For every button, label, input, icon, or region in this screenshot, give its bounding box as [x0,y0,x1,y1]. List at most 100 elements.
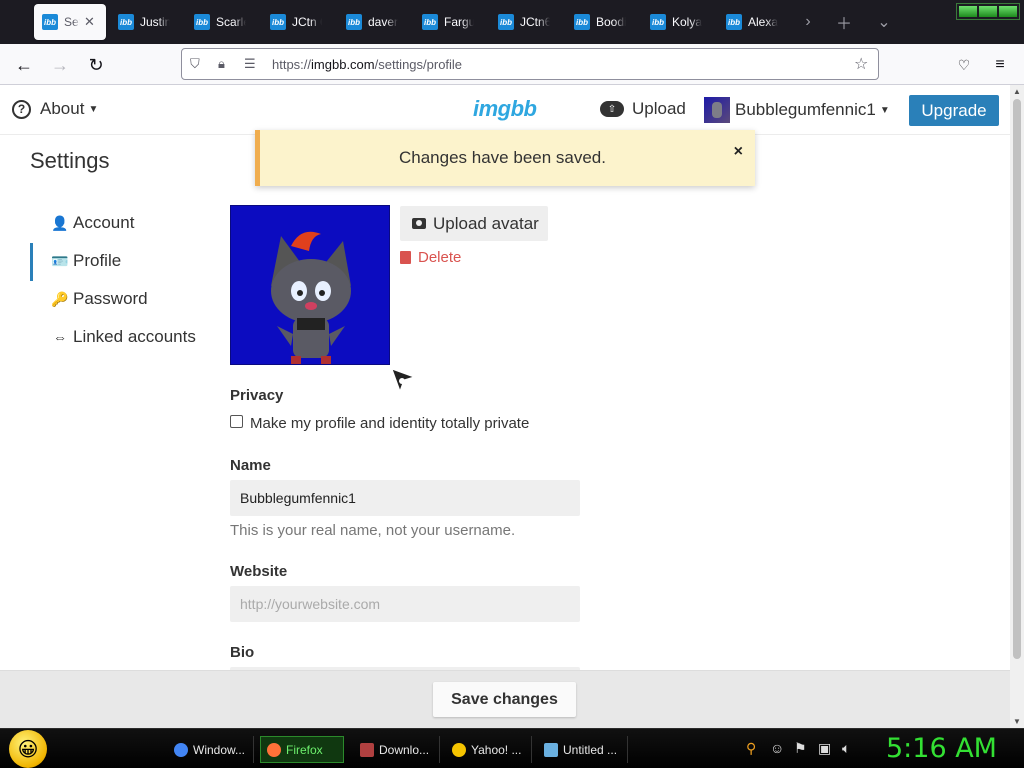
chrome-icon [174,742,188,757]
pocket-icon[interactable]: ♡ [950,51,978,79]
notice-text: Changes have been saved. [399,148,606,167]
imgbb-favicon-icon: ibb [574,14,590,30]
tab-label: Justin [140,15,170,29]
close-notice-icon[interactable]: × [734,143,743,161]
url-text[interactable]: https://imgbb.com/settings/profile [272,57,462,72]
name-hint: This is your real name, not your usernam… [230,522,516,539]
permissions-icon[interactable]: ☰ [244,56,256,72]
imgbb-favicon-icon: ibb [726,14,742,30]
start-button-smiley-icon[interactable]: 😀 [9,730,47,768]
about-label: About [40,99,85,118]
taskbar-item-untitled[interactable]: Untitled ... [538,736,628,763]
caret-down-icon: ▼ [88,103,99,115]
tab[interactable]: ibb Boodi [566,4,626,40]
user-avatar [704,97,730,123]
menu-icon[interactable]: ≡ [986,51,1014,79]
scroll-down-icon[interactable]: ▼ [1012,717,1022,726]
forward-icon[interactable]: → [46,51,74,79]
tab[interactable]: ibb Fargus [414,4,474,40]
upload-avatar-label: Upload avatar [433,213,539,233]
imgbb-favicon-icon: ibb [270,14,286,30]
caret-down-icon: ▼ [879,104,890,116]
volume-icon[interactable]: 🔈︎ [842,740,850,757]
page-scrollbar[interactable]: ▲ ▼ [1010,85,1024,728]
sidebar-item-password[interactable]: 🔑 Password [51,289,147,309]
scroll-tabs-right-icon[interactable]: › [794,8,822,36]
yahoo-smiley-icon [452,742,466,757]
site-header: ? About ▼ imgbb ⇧ Upload Bubblegumfennic… [0,85,1010,135]
privacy-checkbox-label[interactable]: Make my profile and identity totally pri… [250,415,529,432]
back-icon[interactable]: ← [10,51,38,79]
username: Bubblegumfennic1 [735,100,876,119]
shield-icon[interactable]: ⛉ [190,56,200,72]
upgrade-button[interactable]: Upgrade [909,95,999,126]
sidebar-item-account[interactable]: 👤 Account [51,213,134,233]
delete-avatar-link[interactable]: Delete [400,249,461,266]
upload-link[interactable]: ⇧ Upload [600,99,686,119]
tab-label: Kolya [672,15,702,29]
bio-label: Bio [230,644,255,661]
imgbb-favicon-icon: ibb [118,14,134,30]
sidebar-item-profile[interactable]: 🪪 Profile [51,251,121,271]
tab-label: Scarlet [216,15,246,29]
imgbb-favicon-icon: ibb [194,14,210,30]
camera-icon [412,218,426,229]
privacy-checkbox-row[interactable]: Make my profile and identity totally pri… [230,415,529,432]
taskbar-item-label: Untitled ... [563,742,618,757]
upload-label: Upload [632,99,686,118]
taskbar-item-downloads[interactable]: Downlo... [354,736,440,763]
url-scheme: https:// [272,57,312,72]
upload-avatar-button[interactable]: Upload avatar [400,206,548,241]
new-tab-icon[interactable]: ＋ [830,8,858,36]
website-label: Website [230,563,288,580]
save-bar: Save changes [0,670,1010,728]
website-field[interactable]: http://yourwebsite.com [230,586,580,622]
tab[interactable]: ibb JCtn6 [490,4,550,40]
cat-character-drawing [271,231,351,364]
tab-settings[interactable]: ibb Settings ✕ [34,4,106,40]
tab[interactable]: ibb Scarlet [186,4,246,40]
id-card-icon: 🪪 [51,252,69,269]
sidebar-item-linked-accounts[interactable]: ⇔ Linked accounts [51,327,196,347]
notepad-icon [544,742,558,757]
name-label: Name [230,457,271,474]
save-changes-button[interactable]: Save changes [433,682,576,717]
page-title: Settings [30,148,110,173]
scroll-up-icon[interactable]: ▲ [1012,87,1022,96]
taskbar-item-label: Yahoo! ... [471,742,522,757]
imgbb-logo[interactable]: imgbb [473,96,537,122]
taskbar-clock[interactable]: 5:16 AM [886,733,997,764]
url-host: imgbb.com [311,57,375,72]
name-field[interactable]: Bubblegumfennic1 [230,480,580,516]
delete-label: Delete [418,249,462,266]
tab[interactable]: ibb Alexa [718,4,778,40]
close-tab-icon[interactable]: ✕ [84,14,95,30]
flag-icon[interactable]: ⚑ [794,740,807,757]
user-menu[interactable]: Bubblegumfennic1 ▼ [704,97,890,123]
tab[interactable]: ibb Kolya [642,4,702,40]
smiley-tray-icon[interactable]: ☺ [770,740,784,756]
taskbar-item-yahoo[interactable]: Yahoo! ... [446,736,532,763]
search-icon[interactable]: ⚲ [746,740,756,757]
reload-icon[interactable]: ↻ [82,51,110,79]
key-icon: 🔑 [51,290,69,307]
privacy-checkbox[interactable] [230,415,243,428]
taskbar-item-label: Firefox [286,742,323,757]
tab-label: Boodi [596,15,626,29]
people-link-icon: ⇔ [53,329,67,345]
imgbb-favicon-icon: ibb [498,14,514,30]
lock-icon[interactable]: 🔒︎ [218,56,225,72]
tab[interactable]: ibb daverr [338,4,398,40]
tab[interactable]: ibb JCtn 6 [262,4,322,40]
url-bar[interactable]: ⛉ 🔒︎ ☰ https://imgbb.com/settings/profil… [181,48,879,80]
firefox-icon [267,742,281,757]
scroll-thumb[interactable] [1013,99,1021,659]
network-icon[interactable]: ▣ [818,740,831,757]
tab[interactable]: ibb Justin [110,4,170,40]
taskbar-item-firefox[interactable]: Firefox [260,736,344,763]
bookmark-star-icon[interactable]: ☆ [854,54,868,74]
profile-avatar-image [230,205,390,365]
taskbar-item-window[interactable]: Window... [168,736,254,763]
about-menu[interactable]: ? About ▼ [12,99,98,119]
list-tabs-icon[interactable]: ⌄ [870,8,898,36]
